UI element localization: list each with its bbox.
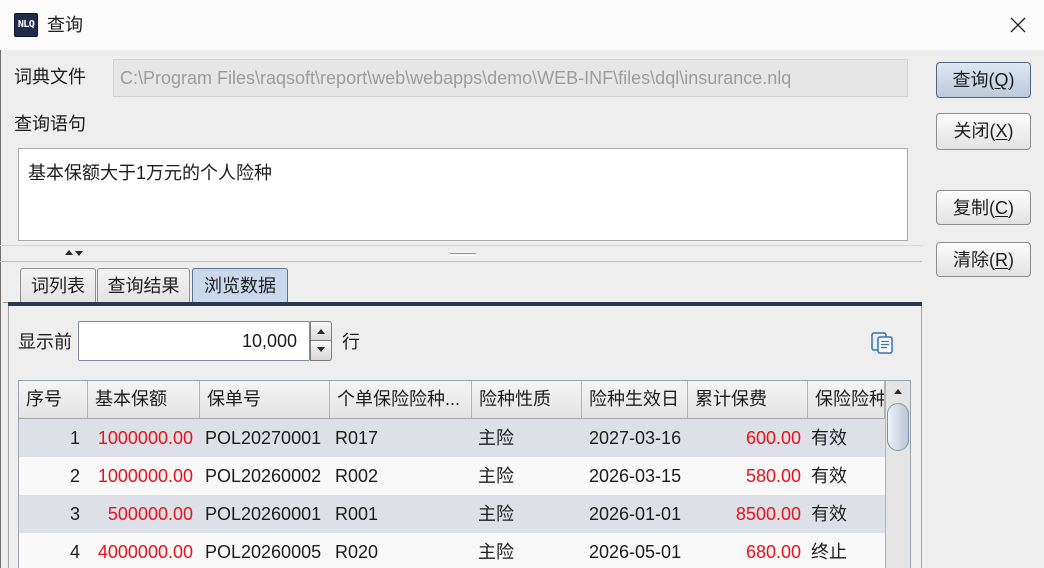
split-divider[interactable] — [0, 246, 922, 261]
table-row[interactable]: 2 1000000.00 POL20260002 R002 主险 2026-03… — [19, 457, 885, 495]
cell-coverage-type[interactable]: 主险 — [472, 457, 582, 495]
dictionary-file-label: 词典文件 — [14, 67, 86, 87]
split-grip-handle[interactable] — [450, 253, 476, 256]
cell-total-premium[interactable]: 8500.00 — [688, 495, 808, 533]
spinner-down-icon — [317, 347, 325, 352]
cell-coverage-type[interactable]: 主险 — [472, 495, 582, 533]
cell-coverage-code[interactable]: R017 — [330, 419, 472, 457]
cell-coverage-code[interactable]: R002 — [330, 457, 472, 495]
close-button[interactable]: 关闭(X) — [936, 113, 1031, 150]
cell-coverage-type[interactable]: 主险 — [472, 533, 582, 568]
scroll-thumb[interactable] — [887, 403, 909, 451]
column-header-coverage-type[interactable]: 险种性质 — [472, 381, 582, 419]
close-icon — [1010, 17, 1026, 33]
cell-policy-no[interactable]: POL20260005 — [200, 533, 330, 568]
split-divider-bottom-line — [0, 261, 922, 262]
tab-query-results[interactable]: 查询结果 — [97, 268, 190, 303]
window-title: 查询 — [47, 15, 83, 35]
column-header-total-premium[interactable]: 累计保费 — [688, 381, 808, 419]
nlq-app-icon: NLQ — [14, 13, 38, 37]
query-dialog: NLQ 查询 词典文件 查询语句 基本保额大于1万元的个人险种 查询(Q) 关闭… — [0, 0, 1044, 568]
cell-effective-date[interactable]: 2026-03-15 — [582, 457, 688, 495]
query-statement-label: 查询语句 — [14, 114, 86, 134]
column-header-coverage-code[interactable]: 个单保险险种... — [330, 381, 472, 419]
rows-unit-label: 行 — [342, 332, 360, 352]
cell-coverage-code[interactable]: R001 — [330, 495, 472, 533]
cell-status[interactable]: 有效 — [808, 457, 885, 495]
cell-policy-no[interactable]: POL20260001 — [200, 495, 330, 533]
cell-seq[interactable]: 3 — [19, 495, 88, 533]
spinner-up-icon — [317, 329, 325, 334]
copy-data-icon — [871, 332, 893, 354]
cell-seq[interactable]: 2 — [19, 457, 88, 495]
table-row[interactable]: 4 4000000.00 POL20260005 R020 主险 2026-05… — [19, 533, 885, 568]
tab-word-list[interactable]: 词列表 — [20, 268, 96, 303]
title-bar[interactable]: NLQ 查询 — [0, 0, 1044, 50]
cell-basic-amount[interactable]: 1000000.00 — [88, 457, 200, 495]
cell-coverage-code[interactable]: R020 — [330, 533, 472, 568]
cell-coverage-type[interactable]: 主险 — [472, 419, 582, 457]
close-window-button[interactable] — [998, 8, 1038, 42]
cell-status[interactable]: 有效 — [808, 419, 885, 457]
cell-effective-date[interactable]: 2026-01-01 — [582, 495, 688, 533]
cell-total-premium[interactable]: 680.00 — [688, 533, 808, 568]
dictionary-file-field — [113, 59, 908, 97]
cell-basic-amount[interactable]: 1000000.00 — [88, 419, 200, 457]
column-header-status[interactable]: 保险险种 — [808, 381, 885, 419]
cell-seq[interactable]: 4 — [19, 533, 88, 568]
copy-button[interactable]: 复制(C) — [936, 190, 1031, 225]
data-table: 序号 基本保额 保单号 个单保险险种... 险种性质 险种生效日 累计保费 保险… — [18, 380, 911, 568]
tab-browse-data[interactable]: 浏览数据 — [192, 268, 288, 303]
column-header-effective-date[interactable]: 险种生效日 — [582, 381, 688, 419]
table-row[interactable]: 3 500000.00 POL20260001 R001 主险 2026-01-… — [19, 495, 885, 533]
query-statement-input[interactable]: 基本保额大于1万元的个人险种 — [18, 148, 908, 241]
column-header-basic-amount[interactable]: 基本保额 — [88, 381, 200, 419]
table-header: 序号 基本保额 保单号 个单保险险种... 险种性质 险种生效日 累计保费 保险… — [19, 381, 885, 419]
clear-button[interactable]: 清除(R) — [936, 242, 1031, 277]
table-body: 1 1000000.00 POL20270001 R017 主险 2027-03… — [19, 419, 885, 568]
window-border — [0, 50, 1, 568]
spinner-down-button[interactable] — [310, 341, 332, 361]
cell-effective-date[interactable]: 2026-05-01 — [582, 533, 688, 568]
scroll-up-arrow-icon — [894, 389, 902, 394]
cell-basic-amount[interactable]: 500000.00 — [88, 495, 200, 533]
query-button[interactable]: 查询(Q) — [936, 62, 1031, 98]
show-first-label: 显示前 — [18, 332, 72, 352]
cell-effective-date[interactable]: 2027-03-16 — [582, 419, 688, 457]
cell-total-premium[interactable]: 600.00 — [688, 419, 808, 457]
copy-data-button[interactable] — [868, 329, 896, 357]
cell-seq[interactable]: 1 — [19, 419, 88, 457]
table-row[interactable]: 1 1000000.00 POL20270001 R017 主险 2027-03… — [19, 419, 885, 457]
cell-policy-no[interactable]: POL20260002 — [200, 457, 330, 495]
row-count-spinner-input[interactable] — [78, 321, 310, 361]
cell-status[interactable]: 终止 — [808, 533, 885, 568]
spinner-up-button[interactable] — [310, 321, 332, 341]
table-vertical-scrollbar[interactable] — [885, 381, 910, 568]
cell-policy-no[interactable]: POL20270001 — [200, 419, 330, 457]
cell-basic-amount[interactable]: 4000000.00 — [88, 533, 200, 568]
column-header-seq[interactable]: 序号 — [19, 381, 88, 419]
cell-total-premium[interactable]: 580.00 — [688, 457, 808, 495]
triangle-down-icon[interactable] — [75, 251, 83, 256]
column-header-policy-no[interactable]: 保单号 — [200, 381, 330, 419]
scroll-up-button[interactable] — [886, 381, 910, 403]
triangle-up-icon[interactable] — [65, 250, 73, 255]
tab-panel-edge — [3, 302, 8, 303]
cell-status[interactable]: 有效 — [808, 495, 885, 533]
row-count-spinner-buttons — [310, 321, 332, 361]
